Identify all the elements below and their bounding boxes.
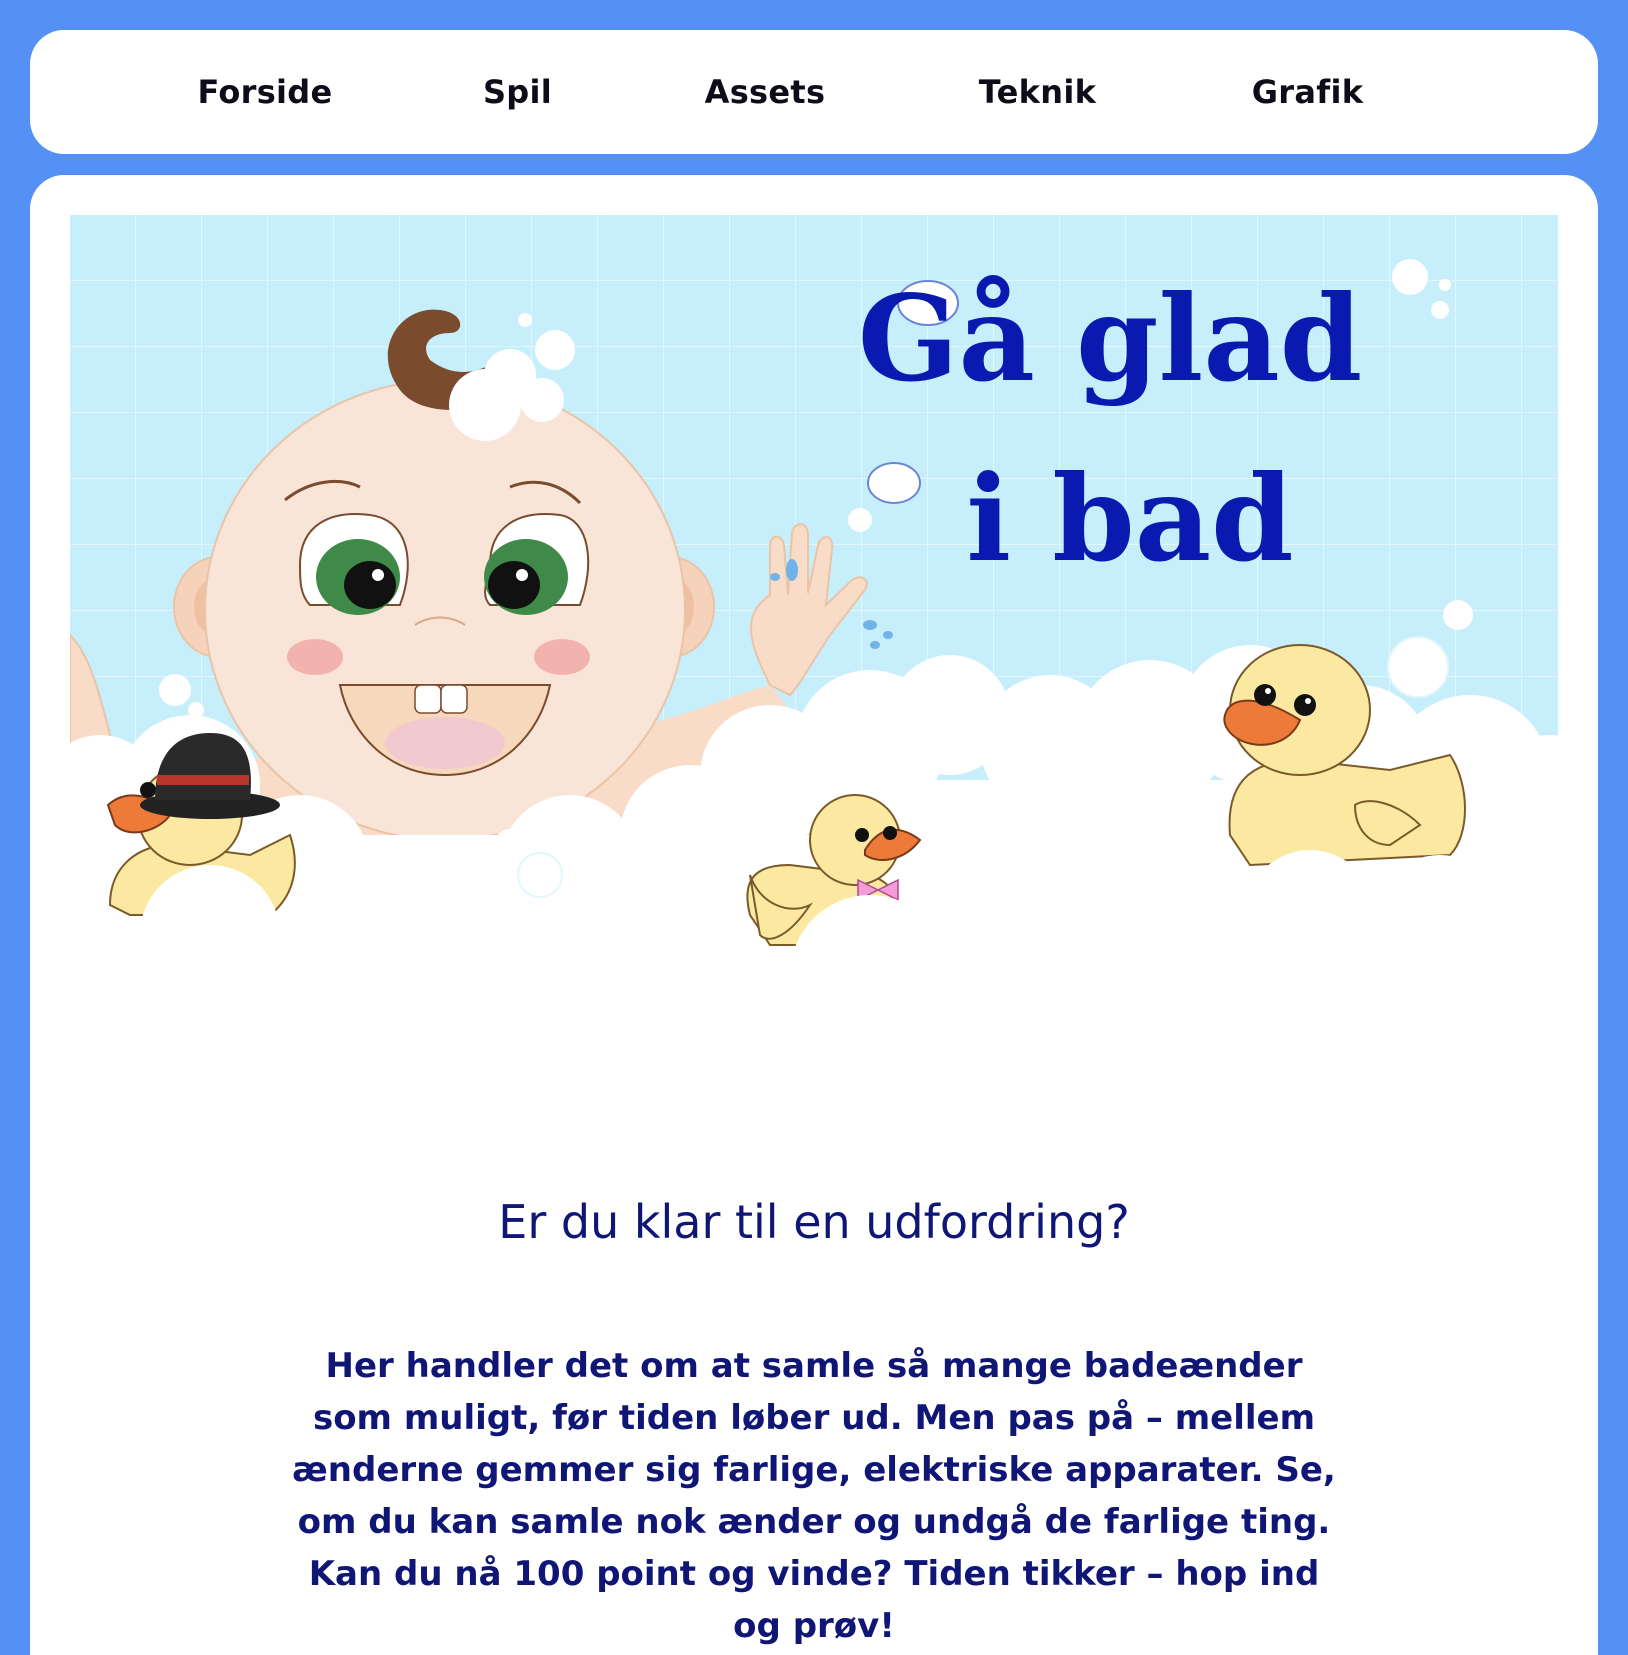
- hero-title-line1: Gå glad: [858, 269, 1363, 408]
- nav-link-forside[interactable]: Forside: [185, 30, 345, 154]
- nav-link-teknik[interactable]: Teknik: [965, 30, 1110, 154]
- top-navigation: Forside Spil Assets Teknik Grafik: [30, 30, 1598, 154]
- hero-banner: Gå glad i bad: [70, 215, 1558, 1035]
- section-subtitle: Er du klar til en udfordring?: [498, 1195, 1130, 1249]
- hero-title-line2: i bad: [966, 449, 1293, 588]
- nav-link-spil[interactable]: Spil: [460, 30, 575, 154]
- main-card: Gå glad i bad Er du klar til en udfordri…: [30, 175, 1598, 1655]
- nav-link-assets[interactable]: Assets: [695, 30, 835, 154]
- nav-link-grafik[interactable]: Grafik: [1235, 30, 1380, 154]
- bath-illustration: Gå glad i bad: [70, 215, 1558, 1035]
- game-description: Her handler det om at samle så mange bad…: [292, 1346, 1336, 1646]
